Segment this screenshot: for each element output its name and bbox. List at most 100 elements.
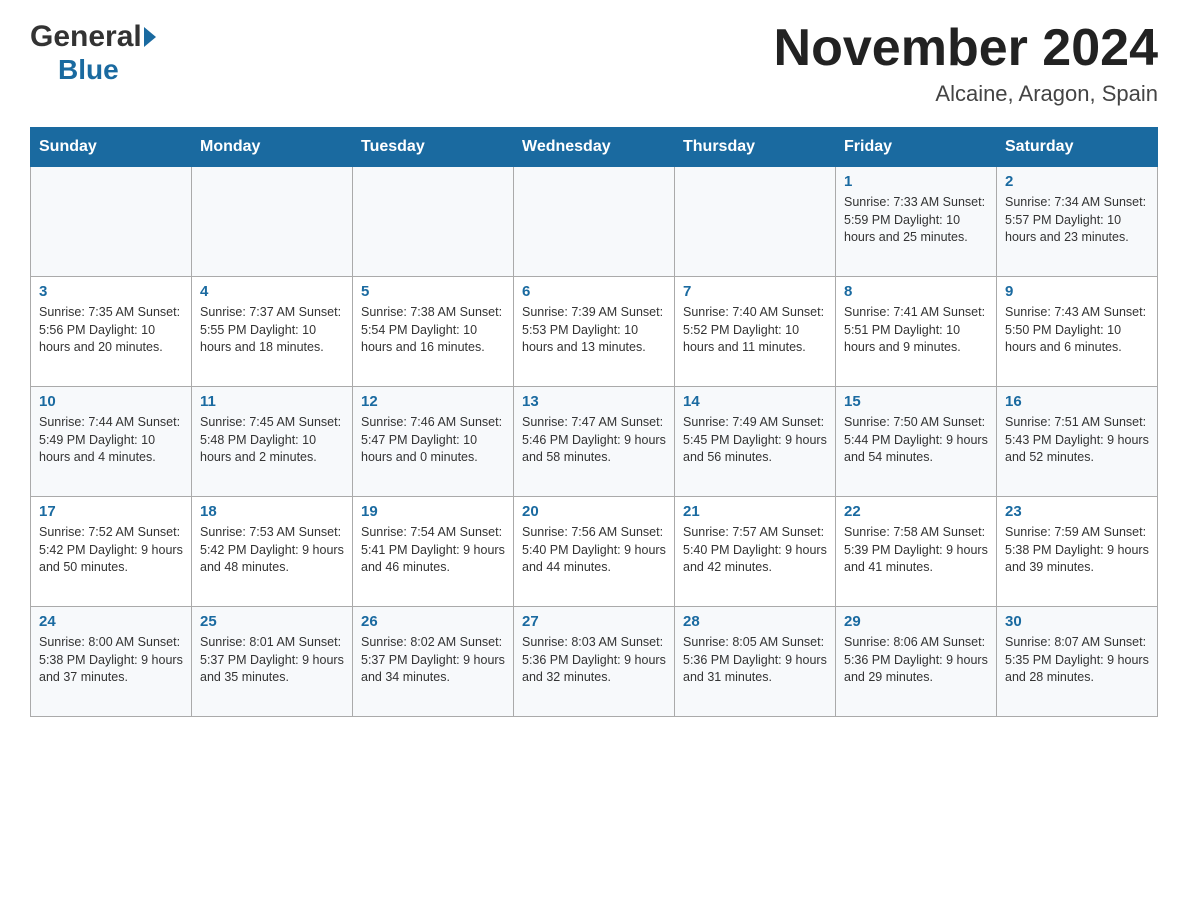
col-saturday: Saturday bbox=[997, 128, 1158, 167]
day-number: 30 bbox=[1005, 613, 1149, 630]
day-number: 7 bbox=[683, 283, 827, 300]
day-number: 25 bbox=[200, 613, 344, 630]
cell-week3-day0: 10 Sunrise: 7:44 AM Sunset: 5:49 PM Dayli… bbox=[31, 387, 192, 497]
day-number: 13 bbox=[522, 393, 666, 410]
cell-week1-day1 bbox=[192, 167, 353, 277]
day-info: Sunrise: 7:45 AM Sunset: 5:48 PM Dayligh… bbox=[200, 414, 344, 467]
day-number: 21 bbox=[683, 503, 827, 520]
cell-week2-day5: 8Sunrise: 7:41 AM Sunset: 5:51 PM Daylig… bbox=[836, 277, 997, 387]
day-number: 9 bbox=[1005, 283, 1149, 300]
day-number: 14 bbox=[683, 393, 827, 410]
week-row-3: 10 Sunrise: 7:44 AM Sunset: 5:49 PM Dayli… bbox=[31, 387, 1158, 497]
col-wednesday: Wednesday bbox=[514, 128, 675, 167]
day-info: Sunrise: 7:51 AM Sunset: 5:43 PM Dayligh… bbox=[1005, 414, 1149, 467]
day-number: 27 bbox=[522, 613, 666, 630]
cell-week4-day1: 18Sunrise: 7:53 AM Sunset: 5:42 PM Dayli… bbox=[192, 497, 353, 607]
cell-week1-day2 bbox=[353, 167, 514, 277]
cell-week1-day5: 1 Sunrise: 7:33 AM Sunset: 5:59 PM Daylig… bbox=[836, 167, 997, 277]
day-info: Sunrise: 7:58 AM Sunset: 5:39 PM Dayligh… bbox=[844, 524, 988, 577]
day-number: 24 bbox=[39, 613, 183, 630]
cell-week5-day6: 30Sunrise: 8:07 AM Sunset: 5:35 PM Dayli… bbox=[997, 607, 1158, 717]
day-number: 20 bbox=[522, 503, 666, 520]
cell-week2-day2: 5 Sunrise: 7:38 AM Sunset: 5:54 PM Daylig… bbox=[353, 277, 514, 387]
col-sunday: Sunday bbox=[31, 128, 192, 167]
month-year-title: November 2024 bbox=[774, 20, 1158, 77]
cell-week1-day6: 2 Sunrise: 7:34 AM Sunset: 5:57 PM Daylig… bbox=[997, 167, 1158, 277]
col-tuesday: Tuesday bbox=[353, 128, 514, 167]
cell-week1-day4 bbox=[675, 167, 836, 277]
day-info: Sunrise: 7:57 AM Sunset: 5:40 PM Dayligh… bbox=[683, 524, 827, 577]
day-info: Sunrise: 7:50 AM Sunset: 5:44 PM Dayligh… bbox=[844, 414, 988, 467]
day-info: Sunrise: 7:59 AM Sunset: 5:38 PM Dayligh… bbox=[1005, 524, 1149, 577]
cell-week5-day3: 27 Sunrise: 8:03 AM Sunset: 5:36 PM Dayli… bbox=[514, 607, 675, 717]
day-number: 16 bbox=[1005, 393, 1149, 410]
day-number: 23 bbox=[1005, 503, 1149, 520]
col-monday: Monday bbox=[192, 128, 353, 167]
day-number: 4 bbox=[200, 283, 344, 300]
day-info: Sunrise: 7:52 AM Sunset: 5:42 PM Dayligh… bbox=[39, 524, 183, 577]
day-info: Sunrise: 8:06 AM Sunset: 5:36 PM Dayligh… bbox=[844, 634, 988, 687]
day-number: 22 bbox=[844, 503, 988, 520]
day-info: Sunrise: 7:34 AM Sunset: 5:57 PM Dayligh… bbox=[1005, 194, 1149, 247]
cell-week3-day4: 14Sunrise: 7:49 AM Sunset: 5:45 PM Dayli… bbox=[675, 387, 836, 497]
day-info: Sunrise: 7:40 AM Sunset: 5:52 PM Dayligh… bbox=[683, 304, 827, 357]
calendar-table: Sunday Monday Tuesday Wednesday Thursday… bbox=[30, 127, 1158, 717]
cell-week3-day5: 15Sunrise: 7:50 AM Sunset: 5:44 PM Dayli… bbox=[836, 387, 997, 497]
cell-week5-day4: 28 Sunrise: 8:05 AM Sunset: 5:36 PM Dayli… bbox=[675, 607, 836, 717]
day-info: Sunrise: 7:46 AM Sunset: 5:47 PM Dayligh… bbox=[361, 414, 505, 467]
cell-week5-day0: 24 Sunrise: 8:00 AM Sunset: 5:38 PM Dayli… bbox=[31, 607, 192, 717]
week-row-2: 3 Sunrise: 7:35 AM Sunset: 5:56 PM Daylig… bbox=[31, 277, 1158, 387]
day-number: 5 bbox=[361, 283, 505, 300]
day-number: 12 bbox=[361, 393, 505, 410]
day-info: Sunrise: 8:02 AM Sunset: 5:37 PM Dayligh… bbox=[361, 634, 505, 687]
cell-week2-day0: 3 Sunrise: 7:35 AM Sunset: 5:56 PM Daylig… bbox=[31, 277, 192, 387]
day-number: 11 bbox=[200, 393, 344, 410]
day-info: Sunrise: 7:37 AM Sunset: 5:55 PM Dayligh… bbox=[200, 304, 344, 357]
day-info: Sunrise: 8:00 AM Sunset: 5:38 PM Dayligh… bbox=[39, 634, 183, 687]
day-info: Sunrise: 7:35 AM Sunset: 5:56 PM Dayligh… bbox=[39, 304, 183, 357]
cell-week2-day6: 9 Sunrise: 7:43 AM Sunset: 5:50 PM Daylig… bbox=[997, 277, 1158, 387]
day-number: 10 bbox=[39, 393, 183, 410]
logo: General Blue bbox=[30, 20, 156, 86]
day-info: Sunrise: 8:01 AM Sunset: 5:37 PM Dayligh… bbox=[200, 634, 344, 687]
day-info: Sunrise: 7:38 AM Sunset: 5:54 PM Dayligh… bbox=[361, 304, 505, 357]
cell-week5-day1: 25 Sunrise: 8:01 AM Sunset: 5:37 PM Dayli… bbox=[192, 607, 353, 717]
day-info: Sunrise: 8:03 AM Sunset: 5:36 PM Dayligh… bbox=[522, 634, 666, 687]
day-number: 28 bbox=[683, 613, 827, 630]
cell-week2-day4: 7 Sunrise: 7:40 AM Sunset: 5:52 PM Daylig… bbox=[675, 277, 836, 387]
cell-week4-day6: 23 Sunrise: 7:59 AM Sunset: 5:38 PM Dayli… bbox=[997, 497, 1158, 607]
logo-blue-text: Blue bbox=[30, 54, 119, 86]
day-number: 26 bbox=[361, 613, 505, 630]
cell-week1-day0 bbox=[31, 167, 192, 277]
week-row-4: 17 Sunrise: 7:52 AM Sunset: 5:42 PM Dayli… bbox=[31, 497, 1158, 607]
day-info: Sunrise: 7:53 AM Sunset: 5:42 PM Dayligh… bbox=[200, 524, 344, 577]
day-number: 29 bbox=[844, 613, 988, 630]
day-number: 3 bbox=[39, 283, 183, 300]
cell-week3-day3: 13 Sunrise: 7:47 AM Sunset: 5:46 PM Dayli… bbox=[514, 387, 675, 497]
cell-week3-day2: 12 Sunrise: 7:46 AM Sunset: 5:47 PM Dayli… bbox=[353, 387, 514, 497]
day-number: 1 bbox=[844, 173, 988, 190]
day-info: Sunrise: 7:41 AM Sunset: 5:51 PM Dayligh… bbox=[844, 304, 988, 357]
day-info: Sunrise: 8:05 AM Sunset: 5:36 PM Dayligh… bbox=[683, 634, 827, 687]
location-subtitle: Alcaine, Aragon, Spain bbox=[774, 81, 1158, 107]
day-info: Sunrise: 7:56 AM Sunset: 5:40 PM Dayligh… bbox=[522, 524, 666, 577]
day-info: Sunrise: 7:43 AM Sunset: 5:50 PM Dayligh… bbox=[1005, 304, 1149, 357]
cell-week4-day2: 19 Sunrise: 7:54 AM Sunset: 5:41 PM Dayli… bbox=[353, 497, 514, 607]
day-number: 2 bbox=[1005, 173, 1149, 190]
day-info: Sunrise: 7:47 AM Sunset: 5:46 PM Dayligh… bbox=[522, 414, 666, 467]
day-number: 17 bbox=[39, 503, 183, 520]
cell-week4-day4: 21 Sunrise: 7:57 AM Sunset: 5:40 PM Dayli… bbox=[675, 497, 836, 607]
week-row-5: 24 Sunrise: 8:00 AM Sunset: 5:38 PM Dayli… bbox=[31, 607, 1158, 717]
weekday-header-row: Sunday Monday Tuesday Wednesday Thursday… bbox=[31, 128, 1158, 167]
day-number: 19 bbox=[361, 503, 505, 520]
cell-week2-day3: 6Sunrise: 7:39 AM Sunset: 5:53 PM Daylig… bbox=[514, 277, 675, 387]
page-header: General Blue November 2024 Alcaine, Arag… bbox=[30, 20, 1158, 107]
title-area: November 2024 Alcaine, Aragon, Spain bbox=[774, 20, 1158, 107]
col-thursday: Thursday bbox=[675, 128, 836, 167]
day-info: Sunrise: 7:44 AM Sunset: 5:49 PM Dayligh… bbox=[39, 414, 183, 467]
cell-week2-day1: 4 Sunrise: 7:37 AM Sunset: 5:55 PM Daylig… bbox=[192, 277, 353, 387]
cell-week4-day0: 17 Sunrise: 7:52 AM Sunset: 5:42 PM Dayli… bbox=[31, 497, 192, 607]
day-info: Sunrise: 7:54 AM Sunset: 5:41 PM Dayligh… bbox=[361, 524, 505, 577]
day-info: Sunrise: 7:39 AM Sunset: 5:53 PM Dayligh… bbox=[522, 304, 666, 357]
day-info: Sunrise: 7:33 AM Sunset: 5:59 PM Dayligh… bbox=[844, 194, 988, 247]
